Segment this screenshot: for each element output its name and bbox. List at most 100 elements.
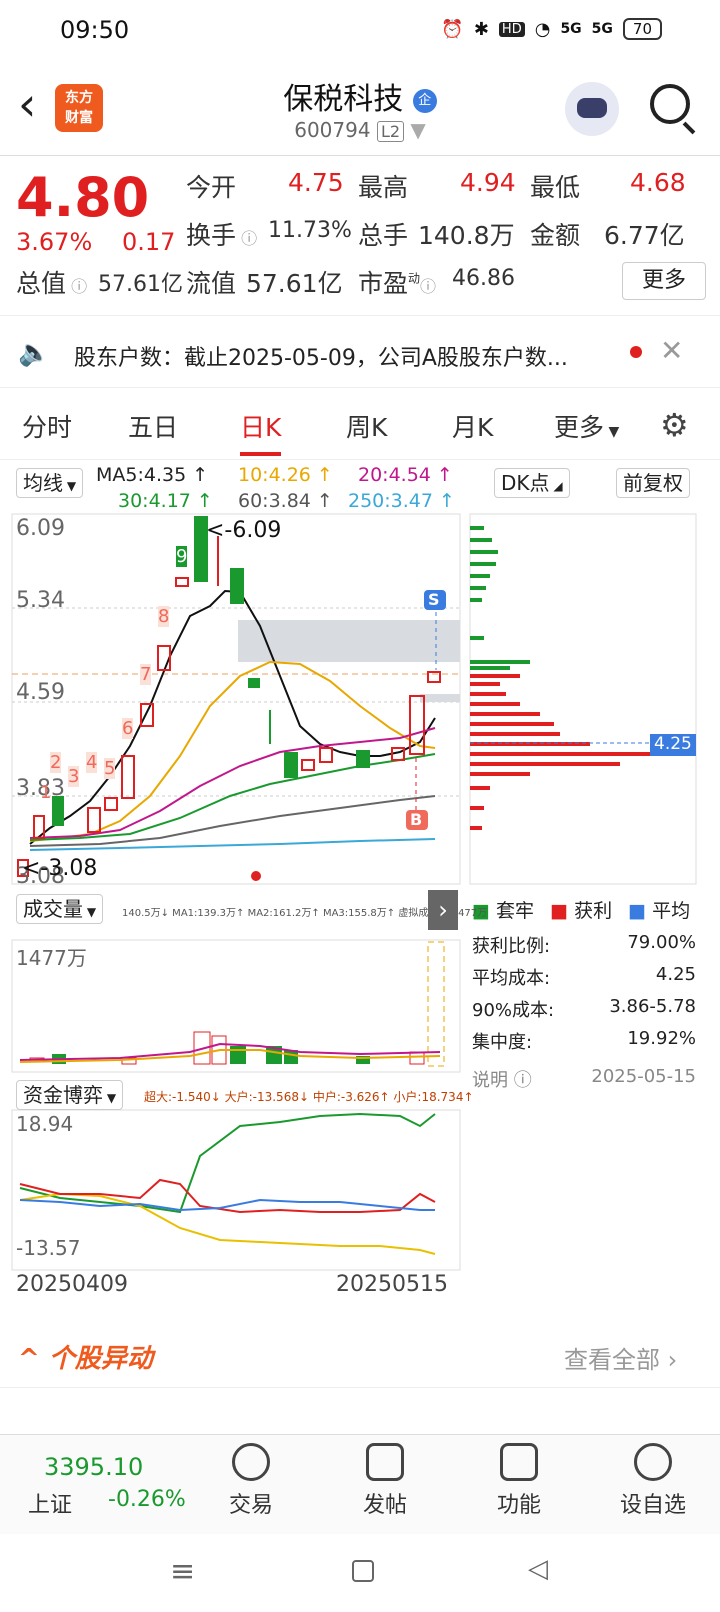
td-count: 2 — [50, 752, 62, 773]
enterprise-badge-icon: 企 — [412, 88, 437, 113]
open-value: 4.75 — [288, 168, 344, 197]
hd-icon: HD — [498, 21, 525, 37]
edit-icon — [366, 1443, 404, 1481]
tab-intraday[interactable]: 分时 — [22, 408, 72, 444]
level2-badge: L2 — [376, 121, 405, 142]
chevron-down-icon: ▼ — [410, 118, 426, 142]
index-name: 上证 — [28, 1493, 73, 1518]
mcap-value: 57.61亿 — [98, 272, 183, 297]
chip-profit-ratio: 获利比例: — [472, 936, 551, 957]
date-start: 20250409 — [16, 1272, 128, 1297]
high-label: 最高 — [358, 173, 409, 202]
close-icon[interactable]: ✕ — [660, 334, 683, 367]
notice-text[interactable]: 股东户数：截止2025-05-09，公司A股股东户数... — [74, 340, 568, 372]
chip-avg-cost-value: 4.25 — [655, 964, 696, 985]
bottom-bar: 3395.10 上证 -0.26% 交易 发帖 功能 设自选 — [0, 1434, 720, 1534]
more-dots-icon — [634, 1443, 672, 1481]
chip-90-cost: 90%成本: — [472, 1000, 555, 1021]
chip-distribution — [470, 526, 696, 830]
tab-monthly-k[interactable]: 月K — [452, 408, 493, 444]
5g-signal-icon: 5G — [591, 21, 613, 37]
status-bar: 09:50 ⏰ ✱ HD ◔ 5G 5G 70 — [0, 0, 720, 64]
view-all-link[interactable]: 查看全部 › — [564, 1340, 677, 1375]
chevron-right-icon[interactable]: › — [428, 890, 458, 930]
bluetooth-icon: ✱ — [473, 18, 489, 40]
chip-profit-ratio-value: 79.00% — [627, 932, 696, 953]
notice-bar[interactable]: 🔈 股东户数：截止2025-05-09，公司A股股东户数... ✕ — [0, 320, 720, 388]
post-button[interactable]: 发帖 — [340, 1443, 430, 1519]
system-nav-bar: ≡ ◁ — [0, 1534, 720, 1612]
chip-price-tag: 4.25 — [654, 734, 692, 754]
add-favorite-button[interactable]: 设自选 — [608, 1443, 698, 1519]
chart-area: 均线 ▼ MA5:4.35 ↑ 10:4.26 ↑ 20:4.54 ↑ 30:4… — [0, 464, 720, 1326]
td-count: 4 — [86, 752, 98, 773]
assistant-robot-icon[interactable] — [565, 82, 619, 136]
open-label: 今开 — [186, 173, 237, 202]
fund-selector[interactable]: 资金博弈 ▼ — [16, 1080, 124, 1110]
low-value: 4.68 — [630, 168, 686, 197]
more-button[interactable]: 更多 — [622, 262, 706, 300]
date-end: 20250515 — [336, 1272, 448, 1297]
function-button[interactable]: 功能 — [474, 1443, 564, 1519]
tab-5day[interactable]: 五日 — [128, 408, 178, 444]
sell-signal: S — [428, 590, 440, 609]
quote-panel: 4.80 3.67% 0.17 今开 4.75 最高 4.94 最低 4.68 … — [0, 156, 720, 316]
search-icon[interactable] — [650, 84, 690, 124]
y-label: 4.59 — [16, 680, 65, 705]
amount-value: 6.77亿 — [604, 221, 685, 250]
speaker-icon: 🔈 — [18, 338, 51, 368]
menu-icon[interactable]: ≡ — [170, 1554, 195, 1589]
mcap-label: 总值 ⓘ — [16, 269, 88, 298]
fund-min: -13.57 — [16, 1236, 81, 1260]
td-count: 1 — [40, 782, 52, 803]
5g-signal-icon: 5G — [560, 21, 582, 37]
td-count: 6 — [122, 718, 134, 739]
home-icon[interactable] — [352, 1560, 374, 1582]
stock-header: ‹ 东方 财富 保税科技 企 600794 L2 ▼ — [0, 64, 720, 156]
td-count: 3 — [68, 766, 80, 787]
chip-date: 2025-05-15 — [591, 1066, 696, 1087]
turnover-value: 11.73% — [268, 218, 352, 243]
td-count: 5 — [104, 758, 116, 779]
turnover-label: 换手 ⓘ — [186, 221, 258, 250]
yen-icon — [232, 1443, 270, 1481]
trade-button[interactable]: 交易 — [206, 1443, 296, 1519]
chip-avg-cost: 平均成本: — [472, 968, 551, 989]
change-amount: 0.17 — [122, 228, 176, 256]
volume-max: 1477万 — [16, 946, 87, 970]
td-count: 7 — [140, 664, 152, 685]
low-label: 最低 — [530, 173, 581, 202]
td-count: 9 — [176, 546, 188, 567]
fund-stats: 超大:-1.540↓ 大户:-13.568↓ 中户:-3.626↑ 小户:18.… — [144, 1090, 474, 1104]
grid-icon — [500, 1443, 538, 1481]
volume-value: 140.8万 — [418, 221, 515, 250]
period-tabs: 分时 五日 日K 周K 月K 更多 ▼ ⚙ — [0, 394, 720, 460]
status-icons: ⏰ ✱ HD ◔ 5G 5G 70 — [441, 18, 662, 40]
chip-legend: ■ 套牢 ■ 获利 ■ 平均 — [472, 900, 691, 922]
candles — [17, 516, 441, 877]
volume-label: 总手 — [358, 221, 409, 250]
unread-dot — [630, 346, 642, 358]
tab-weekly-k[interactable]: 周K — [346, 408, 387, 444]
buy-signal: B — [410, 810, 423, 829]
index-value[interactable]: 3395.10 — [44, 1453, 143, 1481]
yidong-title: ^ 个股异动 — [18, 1344, 153, 1374]
chip-note[interactable]: 说明 ⓘ — [472, 1066, 532, 1092]
max-price-marker: <-6.09 — [206, 518, 282, 543]
td-count: 8 — [158, 606, 170, 627]
change-percent: 3.67% — [16, 228, 93, 256]
current-price: 4.80 — [16, 166, 150, 229]
fund-max: 18.94 — [16, 1112, 74, 1136]
float-label: 流值 — [186, 269, 237, 298]
tab-daily-k[interactable]: 日K — [240, 408, 282, 456]
battery-icon: 70 — [622, 18, 662, 40]
pe-label: 市盈动ⓘ — [358, 269, 437, 298]
float-value: 57.61亿 — [246, 269, 343, 298]
chip-90-cost-value: 3.86-5.78 — [609, 996, 696, 1017]
volume-selector[interactable]: 成交量 ▼ — [16, 894, 104, 924]
settings-gear-icon[interactable]: ⚙ — [660, 406, 689, 444]
back-nav-icon[interactable]: ◁ — [528, 1554, 548, 1584]
wifi-icon: ◔ — [534, 18, 551, 40]
tab-more[interactable]: 更多 ▼ — [554, 408, 619, 444]
stock-alert-section: ^ 个股异动 查看全部 › — [0, 1328, 720, 1388]
